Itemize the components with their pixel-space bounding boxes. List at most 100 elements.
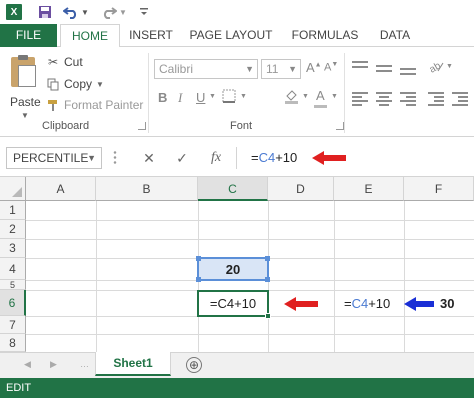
name-box[interactable]: PERCENTILE ▼	[6, 147, 102, 169]
format-painter-button[interactable]: Format Painter	[46, 96, 143, 114]
underline-dropdown-icon[interactable]: ▼	[209, 93, 216, 100]
customize-toolbar-icon[interactable]	[138, 3, 150, 21]
font-size-box[interactable]: 11 ▼	[261, 59, 301, 79]
red-arrow-annotation-icon	[312, 151, 346, 165]
borders-dropdown-icon[interactable]: ▼	[240, 93, 247, 100]
copy-dropdown-icon[interactable]: ▼	[96, 80, 104, 89]
borders-icon[interactable]	[222, 89, 236, 106]
align-right-icon[interactable]	[400, 91, 416, 107]
next-sheet-icon[interactable]: ▶	[50, 359, 57, 370]
underline-icon[interactable]: U	[196, 90, 205, 105]
column-header-d[interactable]: D	[268, 177, 334, 201]
horizontal-scrollbar[interactable]	[220, 357, 474, 374]
align-bottom-icon[interactable]	[400, 61, 416, 75]
excel-window: X ▼ ▼ FILE HOME INSERT PAGE LAYOUT FORMU…	[0, 0, 474, 398]
decrease-indent-icon[interactable]	[428, 91, 444, 107]
font-color-icon[interactable]: A	[316, 88, 325, 103]
name-box-dropdown-icon[interactable]: ▼	[87, 148, 96, 168]
clipboard-clip-icon	[18, 55, 28, 60]
redo-icon[interactable]	[100, 3, 118, 21]
status-mode: EDIT	[6, 382, 32, 394]
cell-f6[interactable]: 30	[440, 290, 454, 316]
formula-bar: PERCENTILE ▼ ✕ ✓ fx =C4+10	[0, 137, 474, 177]
cancel-icon[interactable]: ✕	[139, 148, 159, 168]
paintbrush-icon	[46, 98, 60, 112]
increase-indent-icon[interactable]	[452, 91, 468, 107]
excel-logo-icon[interactable]: X	[6, 4, 22, 20]
font-color-dropdown-icon[interactable]: ▼	[331, 93, 338, 100]
redo-dropdown-icon[interactable]: ▼	[118, 3, 128, 21]
column-header-b[interactable]: B	[96, 177, 198, 201]
worksheet-grid[interactable]: A B C D E F 1 2 3 4 5 6 7 8 20 =C4+10 = …	[0, 177, 474, 352]
italic-icon[interactable]: I	[178, 90, 182, 106]
paste-dropdown-icon[interactable]: ▼	[21, 111, 29, 120]
orientation-dropdown-icon[interactable]: ▼	[446, 63, 453, 70]
tab-home[interactable]: HOME	[60, 24, 120, 48]
column-header-e[interactable]: E	[334, 177, 404, 201]
increase-font-icon[interactable]: A▲	[306, 60, 322, 75]
align-left-icon[interactable]	[352, 91, 368, 107]
formula-prefix: =	[251, 150, 259, 165]
align-middle-icon[interactable]	[376, 61, 392, 75]
save-icon[interactable]	[36, 3, 54, 21]
paste-button[interactable]: Paste ▼	[7, 55, 43, 120]
column-header-f[interactable]: F	[404, 177, 474, 201]
select-all-corner[interactable]	[0, 177, 26, 201]
resize-handle[interactable]	[113, 150, 117, 164]
enter-icon[interactable]: ✓	[172, 148, 192, 168]
fill-color-dropdown-icon[interactable]: ▼	[302, 93, 309, 100]
column-header-c[interactable]: C	[198, 177, 268, 201]
gridline	[26, 220, 474, 221]
cell-c6[interactable]: =C4+10	[197, 290, 271, 319]
ribbon-tabs: FILE HOME INSERT PAGE LAYOUT FORMULAS DA…	[0, 24, 474, 48]
undo-icon[interactable]	[62, 3, 80, 21]
tab-file[interactable]: FILE	[0, 24, 57, 47]
scissors-icon: ✂	[47, 55, 59, 69]
font-name-box[interactable]: Calibri ▼	[154, 59, 258, 79]
name-box-value: PERCENTILE	[13, 151, 89, 165]
row-header-3[interactable]: 3	[0, 239, 26, 258]
decrease-font-icon[interactable]: A▼	[324, 61, 338, 74]
tab-page-layout[interactable]: PAGE LAYOUT	[188, 24, 274, 47]
align-center-icon[interactable]	[376, 91, 392, 107]
row-header-1[interactable]: 1	[0, 201, 26, 220]
orientation-icon[interactable]: ab	[428, 59, 444, 76]
clipboard-dialog-launcher-icon[interactable]	[138, 122, 146, 130]
formula-input[interactable]: =C4+10	[236, 147, 474, 169]
reference-handle[interactable]	[196, 256, 201, 261]
gridline	[96, 201, 97, 352]
add-sheet-icon[interactable]: ⊕	[186, 357, 202, 373]
sheet-tab-sheet1[interactable]: Sheet1	[95, 352, 171, 376]
column-header-a[interactable]: A	[26, 177, 96, 201]
cut-button[interactable]: ✂ Cut	[46, 53, 83, 71]
cell-e6[interactable]: = C4 +10	[344, 290, 390, 316]
tab-insert[interactable]: INSERT	[124, 24, 178, 47]
align-top-icon[interactable]	[352, 61, 368, 75]
row-header-4[interactable]: 4	[0, 258, 26, 280]
paste-sheet-icon	[18, 65, 36, 87]
paste-label: Paste	[10, 95, 41, 109]
row-header-6[interactable]: 6	[0, 290, 26, 316]
reference-handle[interactable]	[265, 277, 270, 282]
row-header-2[interactable]: 2	[0, 220, 26, 239]
row-header-7[interactable]: 7	[0, 316, 26, 334]
tab-data[interactable]: DATA	[374, 24, 416, 47]
formula-suffix: +10	[275, 150, 298, 165]
cell-c4-value: 20	[225, 261, 241, 277]
sheet-overflow-icon[interactable]: …	[80, 359, 89, 369]
row-header-5[interactable]: 5	[0, 280, 26, 290]
fill-color-icon[interactable]	[284, 89, 299, 107]
insert-function-icon[interactable]: fx	[206, 148, 226, 168]
bold-icon[interactable]: B	[158, 90, 167, 105]
undo-dropdown-icon[interactable]: ▼	[80, 3, 90, 21]
red-arrow-annotation-icon	[284, 297, 318, 311]
row-header-8[interactable]: 8	[0, 334, 26, 352]
reference-handle[interactable]	[265, 256, 270, 261]
cell-c4[interactable]: 20	[196, 256, 270, 282]
font-dialog-launcher-icon[interactable]	[336, 122, 344, 130]
copy-button[interactable]: Copy ▼	[46, 75, 104, 93]
prev-sheet-icon[interactable]: ◀	[24, 359, 31, 370]
tab-formulas[interactable]: FORMULAS	[288, 24, 362, 47]
fill-handle[interactable]	[265, 313, 271, 319]
reference-handle[interactable]	[196, 277, 201, 282]
